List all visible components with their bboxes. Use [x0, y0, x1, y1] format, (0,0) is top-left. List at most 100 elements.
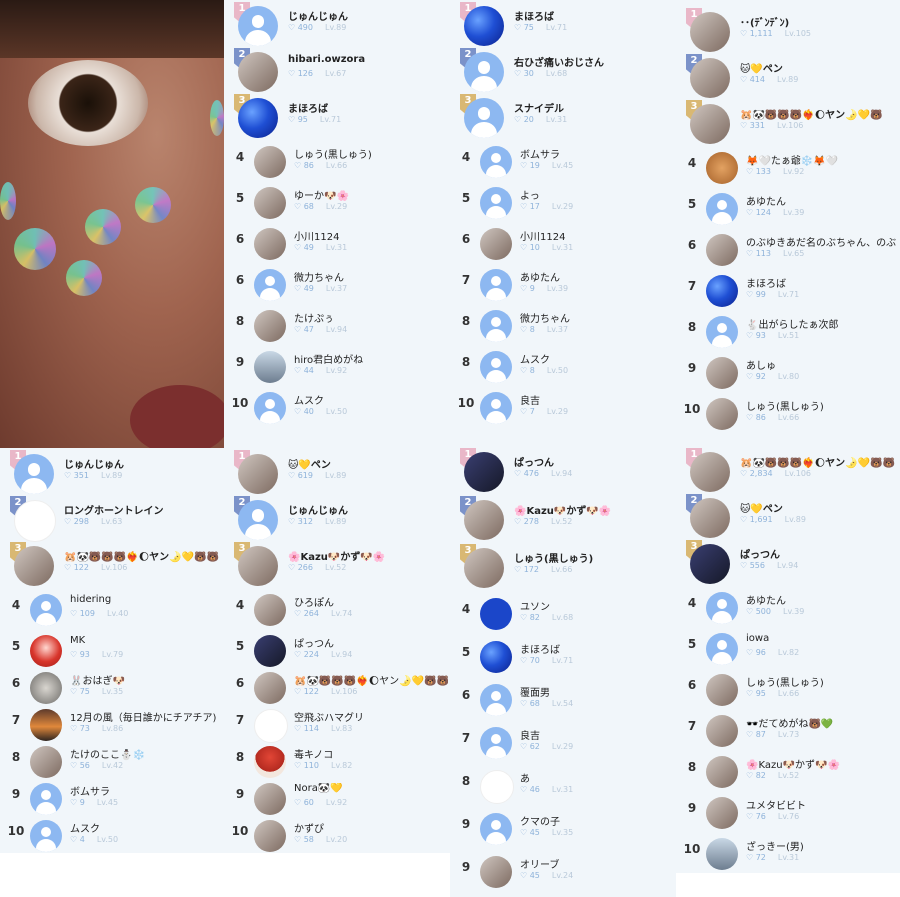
- default-avatar-icon[interactable]: [480, 684, 512, 716]
- default-avatar-icon[interactable]: [30, 820, 62, 852]
- user-name[interactable]: ぱっつん: [740, 546, 780, 561]
- ranking-row[interactable]: 10 ムスク ♡ 4 Lv.50: [0, 814, 224, 852]
- user-name[interactable]: 🐹🐼🐻🐻🐻❤️‍🔥🌔ヤン🌛💛🐻🐻: [740, 454, 895, 469]
- user-name[interactable]: 🐱💛ペン: [740, 60, 783, 75]
- user-name[interactable]: 小川1124: [294, 228, 339, 243]
- user-name[interactable]: 🌸Kazu🐶かず🐶🌸: [288, 548, 385, 563]
- ranking-row[interactable]: 7 空飛ぶハマグリ ♡ 114 Lv.83: [224, 703, 450, 743]
- user-name[interactable]: 微力ちゃん: [294, 269, 344, 284]
- ranking-row[interactable]: 10 良吉 ♡ 7 Lv.29: [450, 386, 676, 427]
- ranking-row[interactable]: 6 🐹🐼🐻🐻🐻❤️‍🔥🌔ヤン🌛💛🐻🐻 ♡ 122 Lv.106: [224, 666, 450, 704]
- ranking-row[interactable]: 5 まほろば ♡ 70 Lv.71: [450, 635, 676, 678]
- ranking-row[interactable]: 9 hiro君白めがね ♡ 44 Lv.92: [224, 345, 450, 386]
- user-name[interactable]: ぱっつん: [514, 454, 554, 469]
- ranking-row[interactable]: 5 MK ♡ 93 Lv.79: [0, 629, 224, 667]
- avatar[interactable]: [30, 672, 62, 704]
- user-name[interactable]: しゅう(黒しゅう): [514, 550, 593, 565]
- default-avatar-icon[interactable]: [480, 392, 512, 424]
- user-name[interactable]: 12月の風（毎日誰かにチアチア): [70, 709, 216, 724]
- user-name[interactable]: iowa: [746, 633, 769, 644]
- user-name[interactable]: まほろば: [288, 100, 328, 115]
- user-name[interactable]: ボムサラ: [520, 146, 560, 161]
- user-name[interactable]: しゅう(黒しゅう): [746, 398, 824, 413]
- ranking-row[interactable]: 3 🐹🐼🐻🐻🐻❤️‍🔥🌔ヤン🌛💛🐻 ♡ 331 Lv.106: [676, 100, 900, 146]
- default-avatar-icon[interactable]: [706, 193, 738, 225]
- user-name[interactable]: MK: [70, 635, 85, 646]
- user-name[interactable]: ボムサラ: [70, 783, 110, 798]
- avatar[interactable]: [706, 398, 738, 430]
- user-name[interactable]: まほろば: [514, 8, 554, 23]
- ranking-row[interactable]: 6 しゅう(黒しゅう) ♡ 95 Lv.66: [676, 668, 900, 709]
- ranking-row[interactable]: 7 良吉 ♡ 62 Lv.29: [450, 721, 676, 764]
- user-name[interactable]: ロングホーントレイン: [64, 502, 164, 517]
- avatar[interactable]: [30, 709, 62, 741]
- ranking-row[interactable]: 8 あ ♡ 46 Lv.31: [450, 764, 676, 807]
- ranking-row[interactable]: 6 🐰おはぎ🐶 ♡ 75 Lv.35: [0, 666, 224, 704]
- ranking-row[interactable]: 4 しゅう(黒しゅう) ♡ 86 Lv.66: [224, 140, 450, 181]
- ranking-row[interactable]: 6 覆面男 ♡ 68 Lv.54: [450, 678, 676, 721]
- user-name[interactable]: ムスク: [520, 351, 550, 366]
- avatar[interactable]: [254, 310, 286, 342]
- default-avatar-icon[interactable]: [464, 98, 504, 138]
- avatar[interactable]: [706, 838, 738, 870]
- ranking-row[interactable]: 4 hidering ♡ 109 Lv.40: [0, 588, 224, 629]
- ranking-row[interactable]: 5 ぱっつん ♡ 224 Lv.94: [224, 629, 450, 667]
- user-name[interactable]: のぶゆきあだ名のぶちゃん、のぶ: [746, 234, 896, 249]
- avatar[interactable]: [706, 152, 738, 184]
- user-name[interactable]: Nora🐼💛: [294, 783, 343, 794]
- ranking-row[interactable]: 5 あゆたん ♡ 124 Lv.39: [676, 187, 900, 228]
- avatar[interactable]: [254, 672, 286, 704]
- default-avatar-icon[interactable]: [706, 316, 738, 348]
- user-name[interactable]: あ: [520, 770, 530, 785]
- user-name[interactable]: hiro君白めがね: [294, 351, 363, 366]
- avatar[interactable]: [254, 228, 286, 260]
- avatar[interactable]: [690, 104, 730, 144]
- ranking-row[interactable]: 7 12月の風（毎日誰かにチアチア) ♡ 73 Lv.86: [0, 703, 224, 741]
- ranking-row[interactable]: 1 じゅんじゅん ♡ 351 Lv.89: [0, 450, 224, 496]
- user-name[interactable]: ムスク: [70, 820, 100, 835]
- user-name[interactable]: あゆたん: [520, 269, 560, 284]
- avatar[interactable]: [690, 544, 730, 584]
- ranking-row[interactable]: 2 右ひざ痛いおじさん ♡ 30 Lv.68: [450, 48, 676, 94]
- ranking-row[interactable]: 2 🐱💛ペン ♡ 1,691 Lv.89: [676, 494, 900, 540]
- user-name[interactable]: 🐹🐼🐻🐻🐻❤️‍🔥🌔ヤン🌛💛🐻🐻: [294, 672, 448, 687]
- avatar[interactable]: [254, 351, 286, 383]
- user-name[interactable]: しゅう(黒しゅう): [746, 674, 824, 689]
- default-avatar-icon[interactable]: [480, 146, 512, 178]
- user-name[interactable]: クマの子: [520, 813, 560, 828]
- user-name[interactable]: 毒キノコ: [294, 746, 333, 761]
- ranking-row[interactable]: 9 あしゅ ♡ 92 Lv.80: [676, 351, 900, 392]
- avatar[interactable]: [480, 228, 512, 260]
- user-name[interactable]: hidering: [70, 594, 111, 605]
- user-name[interactable]: じゅんじゅん: [288, 8, 348, 23]
- ranking-row[interactable]: 3 まほろば ♡ 95 Lv.71: [224, 94, 450, 140]
- user-name[interactable]: ゆーか🐶🌸: [294, 187, 349, 202]
- ranking-row[interactable]: 4 ひろぽん ♡ 264 Lv.74: [224, 588, 450, 629]
- default-avatar-icon[interactable]: [706, 633, 738, 665]
- avatar[interactable]: [706, 715, 738, 747]
- avatar[interactable]: [480, 641, 512, 673]
- ranking-row[interactable]: 1 ･･(ﾃﾞﾝﾃﾞﾝ) ♡ 1,111 Lv.105: [676, 8, 900, 54]
- ranking-row[interactable]: 4 🦊🤍たぁ爺❄️🦊🤍 ♡ 133 Lv.92: [676, 146, 900, 187]
- avatar[interactable]: [238, 546, 278, 586]
- user-name[interactable]: 🌸Kazu🐶かず🐶🌸: [746, 756, 840, 771]
- ranking-row[interactable]: 10 かずぴ ♡ 58 Lv.20: [224, 814, 450, 852]
- default-avatar-icon[interactable]: [30, 783, 62, 815]
- user-name[interactable]: たけぷぅ: [294, 310, 334, 325]
- user-name[interactable]: 🌸Kazu🐶かず🐶🌸: [514, 502, 611, 517]
- avatar[interactable]: [706, 234, 738, 266]
- ranking-row[interactable]: 2 🌸Kazu🐶かず🐶🌸 ♡ 278 Lv.52: [450, 496, 676, 544]
- user-name[interactable]: ざっきー(男): [746, 838, 804, 853]
- avatar[interactable]: [690, 12, 730, 52]
- avatar[interactable]: [464, 548, 504, 588]
- ranking-row[interactable]: 2 hibari.owzora ♡ 126 Lv.67: [224, 48, 450, 94]
- user-name[interactable]: ユソン: [520, 598, 550, 613]
- avatar[interactable]: [254, 594, 286, 626]
- avatar[interactable]: [254, 746, 286, 778]
- default-avatar-icon[interactable]: [238, 500, 278, 540]
- user-name[interactable]: ユメタビビト: [746, 797, 806, 812]
- user-name[interactable]: 良吉: [520, 727, 540, 742]
- ranking-row[interactable]: 7 あゆたん ♡ 9 Lv.39: [450, 263, 676, 304]
- avatar[interactable]: [706, 275, 738, 307]
- ranking-row[interactable]: 10 しゅう(黒しゅう) ♡ 86 Lv.66: [676, 392, 900, 433]
